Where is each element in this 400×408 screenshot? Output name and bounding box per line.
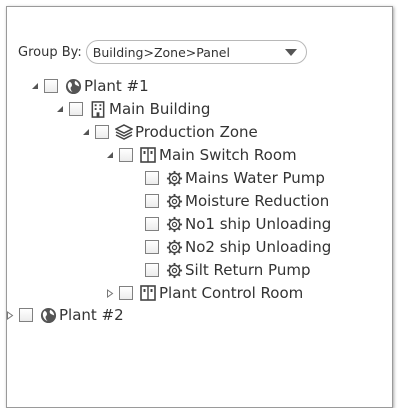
- checkbox[interactable]: [145, 217, 159, 231]
- tree-node-production-zone[interactable]: Production Zone: [81, 120, 258, 144]
- collapsed-triangle-icon[interactable]: [7, 310, 15, 320]
- checkbox[interactable]: [95, 125, 109, 139]
- gear-icon: [165, 215, 183, 233]
- gear-icon: [165, 192, 183, 210]
- node-label: Plant #2: [59, 306, 124, 324]
- tree-node-plant-control-room[interactable]: Plant Control Room: [105, 281, 303, 305]
- checkbox[interactable]: [145, 263, 159, 277]
- checkbox[interactable]: [69, 102, 83, 116]
- group-by-select[interactable]: Building>Zone>Panel: [85, 40, 307, 64]
- collapsed-triangle-icon[interactable]: [105, 288, 115, 298]
- checkbox[interactable]: [44, 79, 58, 93]
- tree-node-plant-1[interactable]: Plant #1: [30, 74, 149, 98]
- checkbox[interactable]: [145, 194, 159, 208]
- globe-icon: [39, 306, 57, 324]
- gear-icon: [165, 169, 183, 187]
- checkbox[interactable]: [145, 171, 159, 185]
- tree-node-main-building[interactable]: Main Building: [55, 97, 210, 121]
- node-label: Plant Control Room: [159, 284, 304, 302]
- tree-node-device[interactable]: No2 ship Unloading: [145, 235, 331, 259]
- checkbox[interactable]: [145, 240, 159, 254]
- tree-node-device[interactable]: No1 ship Unloading: [145, 212, 331, 236]
- node-label: Moisture Reduction: [185, 192, 330, 210]
- expanded-triangle-icon[interactable]: [30, 81, 40, 91]
- node-label: Mains Water Pump: [185, 169, 325, 187]
- tree-node-main-switch-room[interactable]: Main Switch Room: [105, 143, 297, 167]
- tree-node-plant-2[interactable]: Plant #2: [7, 303, 124, 327]
- expanded-triangle-icon[interactable]: [55, 104, 65, 114]
- globe-icon: [64, 77, 82, 95]
- expanded-triangle-icon[interactable]: [81, 127, 91, 137]
- building-icon: [89, 100, 107, 118]
- checkbox[interactable]: [19, 308, 33, 322]
- gear-icon: [165, 238, 183, 256]
- node-label: Production Zone: [135, 123, 258, 141]
- checkbox[interactable]: [119, 286, 133, 300]
- node-label: No1 ship Unloading: [185, 215, 332, 233]
- node-label: Plant #1: [84, 77, 149, 95]
- checkbox[interactable]: [119, 148, 133, 162]
- expanded-triangle-icon[interactable]: [105, 150, 115, 160]
- node-label: Silt Return Pump: [185, 261, 311, 279]
- group-by-row: Group By: Building>Zone>Panel: [18, 40, 307, 64]
- panel-icon: [139, 284, 157, 302]
- panel-icon: [139, 146, 157, 164]
- node-label: No2 ship Unloading: [185, 238, 332, 256]
- chevron-down-icon[interactable]: [284, 49, 297, 56]
- tree-node-device[interactable]: Silt Return Pump: [145, 258, 310, 282]
- tree-node-device[interactable]: Mains Water Pump: [145, 166, 325, 190]
- node-label: Main Switch Room: [159, 146, 297, 164]
- group-by-value: Building>Zone>Panel: [92, 44, 230, 60]
- tree-node-device[interactable]: Moisture Reduction: [145, 189, 329, 213]
- group-by-label: Group By:: [18, 44, 82, 60]
- layers-icon: [115, 123, 133, 141]
- gear-icon: [165, 261, 183, 279]
- tree-panel: Group By: Building>Zone>Panel Plant #1 M…: [6, 6, 393, 408]
- node-label: Main Building: [109, 100, 211, 118]
